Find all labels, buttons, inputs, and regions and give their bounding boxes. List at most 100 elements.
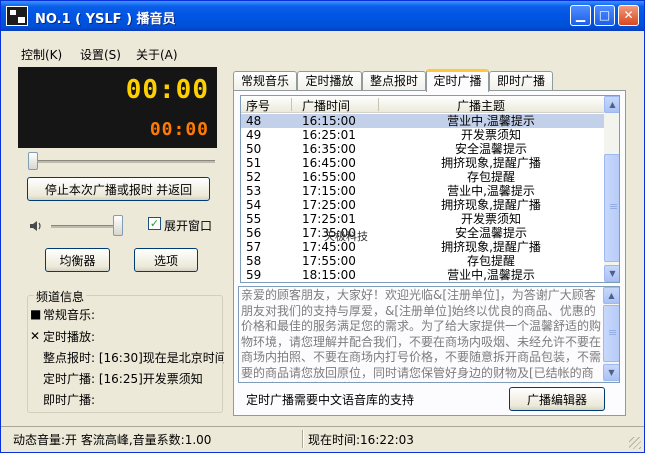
table-row[interactable]: 58 17:55:00 存包提醒 <box>241 254 604 268</box>
menu-about[interactable]: 关于(A) <box>136 46 178 63</box>
row-no: 57 <box>246 240 262 254</box>
row-no: 58 <box>246 254 262 268</box>
row-time: 16:45:00 <box>302 156 356 170</box>
maximize-button[interactable]: □ <box>594 5 615 26</box>
tab-instant-broadcast[interactable]: 即时广播 <box>489 71 553 91</box>
row-time: 16:15:00 <box>302 114 356 128</box>
grid-scrollbar[interactable]: ▲ ▼ <box>604 96 619 282</box>
channel-info-title: 频道信息 <box>34 288 87 305</box>
channel-line-scheduled-play: 定时播放: <box>43 330 96 344</box>
row-time: 16:35:00 <box>302 142 356 156</box>
title-bar[interactable]: NO.1 ( YSLF ) 播音员 ▁ □ ✕ <box>1 1 644 31</box>
watermark-text: 天极科技 <box>324 230 368 243</box>
table-row[interactable]: 54 17:25:00 拥挤现象,提醒广播 <box>241 198 604 212</box>
tts-note: 定时广播需要中文语音库的支持 <box>246 393 415 407</box>
scroll-up-button[interactable]: ▲ <box>604 96 619 113</box>
row-time: 18:15:00 <box>302 268 356 282</box>
row-topic: 拥挤现象,提醒广播 <box>441 240 541 254</box>
minimize-button[interactable]: ▁ <box>570 5 591 26</box>
column-header-topic[interactable]: 广播主题 <box>457 97 505 114</box>
led-display: 00:00 00:00 <box>18 67 217 148</box>
music-stop-icon: ■ <box>30 307 42 321</box>
text-scroll-thumb[interactable] <box>603 305 619 362</box>
tab-hourly-chime[interactable]: 整点报时 <box>362 71 426 91</box>
table-row[interactable]: 48 16:15:00 营业中,温馨提示 <box>241 114 604 128</box>
table-row[interactable]: 53 17:15:00 营业中,温馨提示 <box>241 184 604 198</box>
row-topic: 拥挤现象,提醒广播 <box>441 198 541 212</box>
main-window: NO.1 ( YSLF ) 播音员 ▁ □ ✕ 控制(K) 设置(S) 关于(A… <box>0 0 645 453</box>
row-time: 17:55:00 <box>302 254 356 268</box>
table-row[interactable]: 50 16:35:00 安全温馨提示 <box>241 142 604 156</box>
row-no: 55 <box>246 212 262 226</box>
row-time: 16:55:00 <box>302 170 356 184</box>
close-button[interactable]: ✕ <box>618 5 639 26</box>
row-no: 59 <box>246 268 262 282</box>
tab-regular-music[interactable]: 常规音乐 <box>233 71 297 91</box>
table-row[interactable]: 55 17:25:01 开发票须知 <box>241 212 604 226</box>
row-no: 48 <box>246 114 262 128</box>
app-logo-icon <box>6 6 28 26</box>
table-row[interactable]: 59 18:15:00 营业中,温馨提示 <box>241 268 604 282</box>
row-topic: 营业中,温馨提示 <box>447 184 535 198</box>
channel-line-scheduled-broadcast: 定时广播: [16:25]开发票须知 <box>43 372 203 386</box>
schedule-grid: 序号 广播时间 广播主题 48 16:15:00 营业中,温馨提示 49 16:25:0… <box>240 95 620 283</box>
led-sub-time: 00:00 <box>149 119 209 140</box>
scroll-down-button[interactable]: ▼ <box>604 265 619 282</box>
column-header-no[interactable]: 序号 <box>246 97 270 114</box>
channel-info-group: ■ 常规音乐: ✕ 定时播放: 整点报时: [16:30]现在是北京时间 定时广… <box>27 288 224 413</box>
channel-line-instant-broadcast: 即时广播: <box>43 393 96 407</box>
menu-control[interactable]: 控制(K) <box>21 46 62 63</box>
row-topic: 开发票须知 <box>460 212 521 226</box>
status-clock: 现在时间:16:22:03 <box>308 433 414 447</box>
speaker-icon <box>30 221 41 231</box>
row-time: 17:25:01 <box>302 212 356 226</box>
text-scroll-down-button[interactable]: ▼ <box>603 364 619 381</box>
row-topic: 存包提醒 <box>466 254 515 268</box>
window-title: NO.1 ( YSLF ) 播音员 <box>35 12 176 27</box>
table-row[interactable]: 57 17:45:00 拥挤现象,提醒广播 <box>241 240 604 254</box>
status-bar: 动态音量:开 客流高峰,音量系数:1.00 现在时间:16:22:03 <box>1 426 644 452</box>
channel-line-hourly-chime: 整点报时: [16:30]现在是北京时间 <box>43 351 224 365</box>
tab-scheduled-broadcast[interactable]: 定时广播 <box>426 69 489 92</box>
progress-track <box>28 160 215 163</box>
row-no: 56 <box>246 226 262 240</box>
table-row[interactable]: 49 16:25:01 开发票须知 <box>241 128 604 142</box>
menu-settings[interactable]: 设置(S) <box>80 46 121 63</box>
row-topic: 营业中,温馨提示 <box>447 114 535 128</box>
table-row[interactable]: 52 16:55:00 存包提醒 <box>241 170 604 184</box>
row-no: 49 <box>246 128 262 142</box>
expand-window-checkbox[interactable]: ✓ <box>148 217 161 230</box>
column-header-time[interactable]: 广播时间 <box>302 97 350 114</box>
scheduled-play-off-icon: ✕ <box>30 329 41 343</box>
stop-return-button[interactable]: 停止本次广播或报时 并返回 <box>27 177 210 201</box>
expand-window-label: 展开窗口 <box>164 219 213 233</box>
row-no: 53 <box>246 184 262 198</box>
row-topic: 安全温馨提示 <box>454 142 527 156</box>
resize-grip[interactable] <box>629 437 641 449</box>
row-no: 52 <box>246 170 262 184</box>
led-main-time: 00:00 <box>125 75 209 105</box>
grid-header: 序号 广播时间 广播主题 <box>241 96 604 113</box>
table-row[interactable]: 56 17:35:00 安全温馨提示 <box>241 226 604 240</box>
text-scrollbar[interactable]: ▲ ▼ <box>603 287 619 382</box>
row-no: 54 <box>246 198 262 212</box>
progress-slider[interactable] <box>28 152 38 170</box>
options-button[interactable]: 选项 <box>134 248 198 272</box>
tab-scheduled-play[interactable]: 定时播放 <box>297 71 362 91</box>
row-topic: 营业中,温馨提示 <box>447 268 535 282</box>
text-scroll-up-button[interactable]: ▲ <box>603 287 619 304</box>
row-topic: 拥挤现象,提醒广播 <box>441 156 541 170</box>
row-time: 16:25:01 <box>302 128 356 142</box>
row-no: 50 <box>246 142 262 156</box>
table-row[interactable]: 51 16:45:00 拥挤现象,提醒广播 <box>241 156 604 170</box>
status-volume: 动态音量:开 客流高峰,音量系数:1.00 <box>13 433 212 447</box>
broadcast-text-box[interactable]: 亲爱的顾客朋友，大家好！欢迎光临&[注册单位]，为答谢广大顾客朋友对我们的支持与… <box>238 286 620 383</box>
row-topic: 开发票须知 <box>460 128 521 142</box>
broadcast-editor-button[interactable]: 广播编辑器 <box>509 387 605 411</box>
grid-scroll-thumb[interactable] <box>604 154 619 262</box>
row-time: 17:15:00 <box>302 184 356 198</box>
row-no: 51 <box>246 156 262 170</box>
equalizer-button[interactable]: 均衡器 <box>45 248 110 272</box>
volume-slider[interactable] <box>113 215 123 236</box>
row-topic: 安全温馨提示 <box>454 226 527 240</box>
